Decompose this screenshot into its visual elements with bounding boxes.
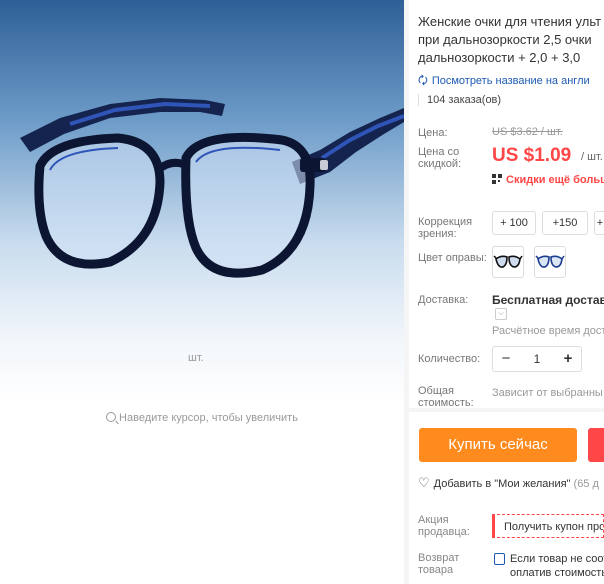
quantity-stepper: − 1 +	[492, 346, 582, 372]
heart-icon: ♡	[418, 475, 430, 490]
return-label-line: товара	[418, 564, 454, 576]
correction-label: Коррекция зрения:	[418, 216, 472, 240]
glasses-illustration	[20, 98, 404, 278]
product-title: Женские очки для чтения ульт при дальноз…	[418, 13, 604, 67]
product-gallery: Наведите курсор, чтобы увеличить	[0, 0, 404, 584]
title-line: при дальнозоркости 2,5 очки	[418, 32, 592, 47]
total-label-line: Общая	[418, 385, 454, 397]
zoom-hint: Наведите курсор, чтобы увеличить	[0, 412, 404, 424]
return-policy-line: оплатив стоимость	[510, 567, 604, 579]
price-unit: / шт.	[581, 151, 603, 163]
more-discounts-text: Скидки ещё больш	[506, 174, 604, 186]
correction-label-line: Коррекция	[418, 216, 473, 228]
return-policy-line: Если товар не соот	[510, 553, 604, 565]
correction-option[interactable]: + 100	[492, 211, 536, 235]
return-label-line: Возврат	[418, 552, 460, 564]
translate-link[interactable]: 🗘 Посмотреть название на англи	[418, 72, 590, 91]
zoom-hint-text: Наведите курсор, чтобы увеличить	[119, 412, 298, 424]
shipping-method[interactable]: Бесплатная доставка	[492, 293, 604, 307]
wishlist-count: (65 д	[573, 478, 599, 490]
frame-color-option-blue[interactable]	[534, 246, 566, 278]
get-coupon-button[interactable]: Получить купон про	[492, 514, 604, 538]
quantity-increase-button[interactable]: +	[557, 347, 579, 371]
seller-promo-label-line: продавца:	[418, 526, 470, 538]
magnifier-icon	[106, 412, 117, 422]
seller-promo-label-line: Акция	[418, 514, 449, 526]
discount-price-label-line: скидкой:	[418, 158, 462, 170]
total-label-line: стоимость:	[418, 397, 474, 409]
translate-icon: 🗘	[418, 75, 428, 87]
discount-price-label: Цена со скидкой:	[418, 146, 461, 170]
frame-color-thumbnail	[535, 255, 565, 268]
old-price: US $3.62 / шт.	[492, 126, 563, 138]
correction-label-line: зрения:	[418, 228, 457, 240]
buy-now-button[interactable]: Купить сейчас	[419, 428, 577, 462]
product-image[interactable]	[0, 0, 404, 405]
return-icon	[494, 553, 505, 565]
correction-option[interactable]: +	[594, 211, 604, 235]
frame-color-thumbnail	[493, 255, 523, 268]
quantity-label: Количество:	[418, 353, 481, 365]
orders-count: 104 заказа(ов)	[418, 94, 501, 106]
seller-promo-label: Акция продавца:	[418, 514, 470, 538]
title-line: дальнозоркости + 2,0 + 3,0	[418, 50, 581, 65]
translate-link-text: Посмотреть название на англи	[431, 75, 590, 87]
wishlist-text: Добавить в "Мои желания"	[433, 478, 571, 490]
return-label: Возврат товара	[418, 552, 459, 576]
chevron-down-icon[interactable]: ⌵	[495, 308, 507, 320]
correction-option[interactable]: +150	[542, 211, 588, 235]
quantity-unit: шт.	[188, 352, 204, 364]
discount-price-label-line: Цена со	[418, 146, 460, 158]
title-line: Женские очки для чтения ульт	[418, 14, 602, 29]
add-to-cart-button[interactable]	[588, 428, 604, 462]
current-price: US $1.09	[492, 145, 572, 166]
qr-code-icon	[492, 174, 502, 184]
shipping-time: Расчётное время дост	[492, 325, 604, 337]
quantity-input[interactable]: 1	[517, 347, 557, 371]
quantity-decrease-button[interactable]: −	[495, 347, 517, 371]
frame-color-label: Цвет оправы:	[418, 252, 487, 264]
frame-color-option-black[interactable]	[492, 246, 524, 278]
add-to-wishlist-link[interactable]: ♡ Добавить в "Мои желания" (65 д	[418, 475, 599, 491]
price-label: Цена:	[418, 127, 448, 139]
shipping-label: Доставка:	[418, 294, 469, 306]
more-discounts-link[interactable]: Скидки ещё больш	[492, 174, 604, 186]
total-label: Общая стоимость:	[418, 385, 474, 409]
return-policy-text: Если товар не соот оплатив стоимость	[510, 552, 604, 580]
total-note: Зависит от выбранны	[492, 387, 603, 399]
